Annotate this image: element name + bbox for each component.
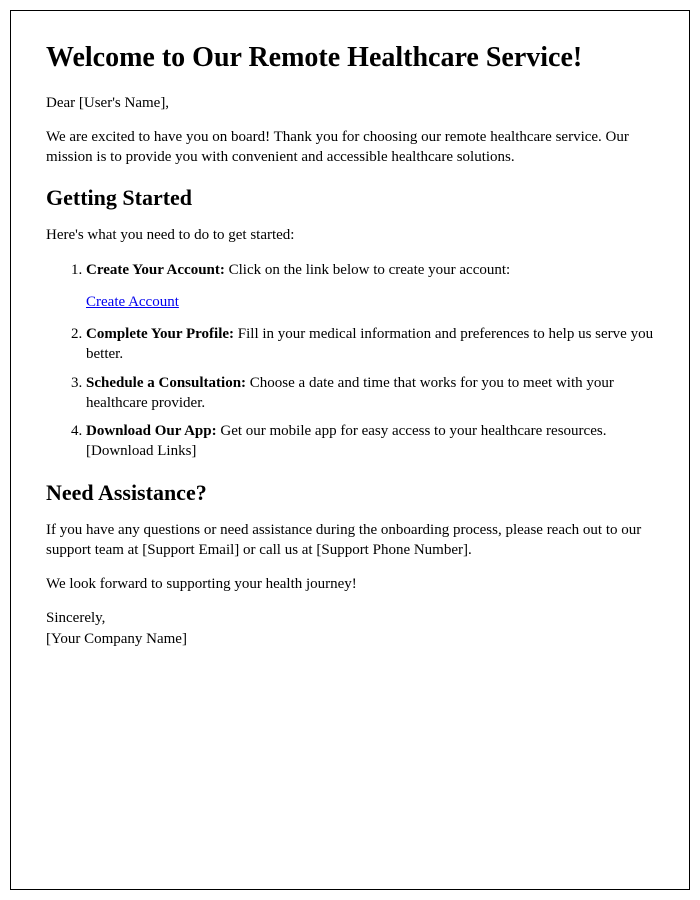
signature-block: Sincerely, [Your Company Name] xyxy=(46,608,654,649)
step-label: Schedule a Consultation: xyxy=(86,375,246,391)
step-text: Click on the link below to create your a… xyxy=(225,262,510,278)
step-item: Complete Your Profile: Fill in your medi… xyxy=(86,324,654,365)
intro-paragraph: We are excited to have you on board! Tha… xyxy=(46,127,654,168)
closing-text: We look forward to supporting your healt… xyxy=(46,574,654,594)
assistance-heading: Need Assistance? xyxy=(46,480,654,506)
getting-started-intro: Here's what you need to do to get starte… xyxy=(46,225,654,245)
step-label: Create Your Account: xyxy=(86,262,225,278)
document-container: Welcome to Our Remote Healthcare Service… xyxy=(10,10,690,890)
company-name: [Your Company Name] xyxy=(46,631,187,647)
create-account-link[interactable]: Create Account xyxy=(86,294,179,310)
page-title: Welcome to Our Remote Healthcare Service… xyxy=(46,41,654,75)
assistance-text: If you have any questions or need assist… xyxy=(46,520,654,561)
step-label: Complete Your Profile: xyxy=(86,326,234,342)
getting-started-heading: Getting Started xyxy=(46,185,654,211)
step-label: Download Our App: xyxy=(86,423,217,439)
step-item: Download Our App: Get our mobile app for… xyxy=(86,421,654,462)
steps-list: Create Your Account: Click on the link b… xyxy=(86,260,654,462)
step-item: Schedule a Consultation: Choose a date a… xyxy=(86,373,654,414)
step-item: Create Your Account: Click on the link b… xyxy=(86,260,654,313)
signoff-line: Sincerely, xyxy=(46,610,105,626)
greeting-text: Dear [User's Name], xyxy=(46,93,654,113)
